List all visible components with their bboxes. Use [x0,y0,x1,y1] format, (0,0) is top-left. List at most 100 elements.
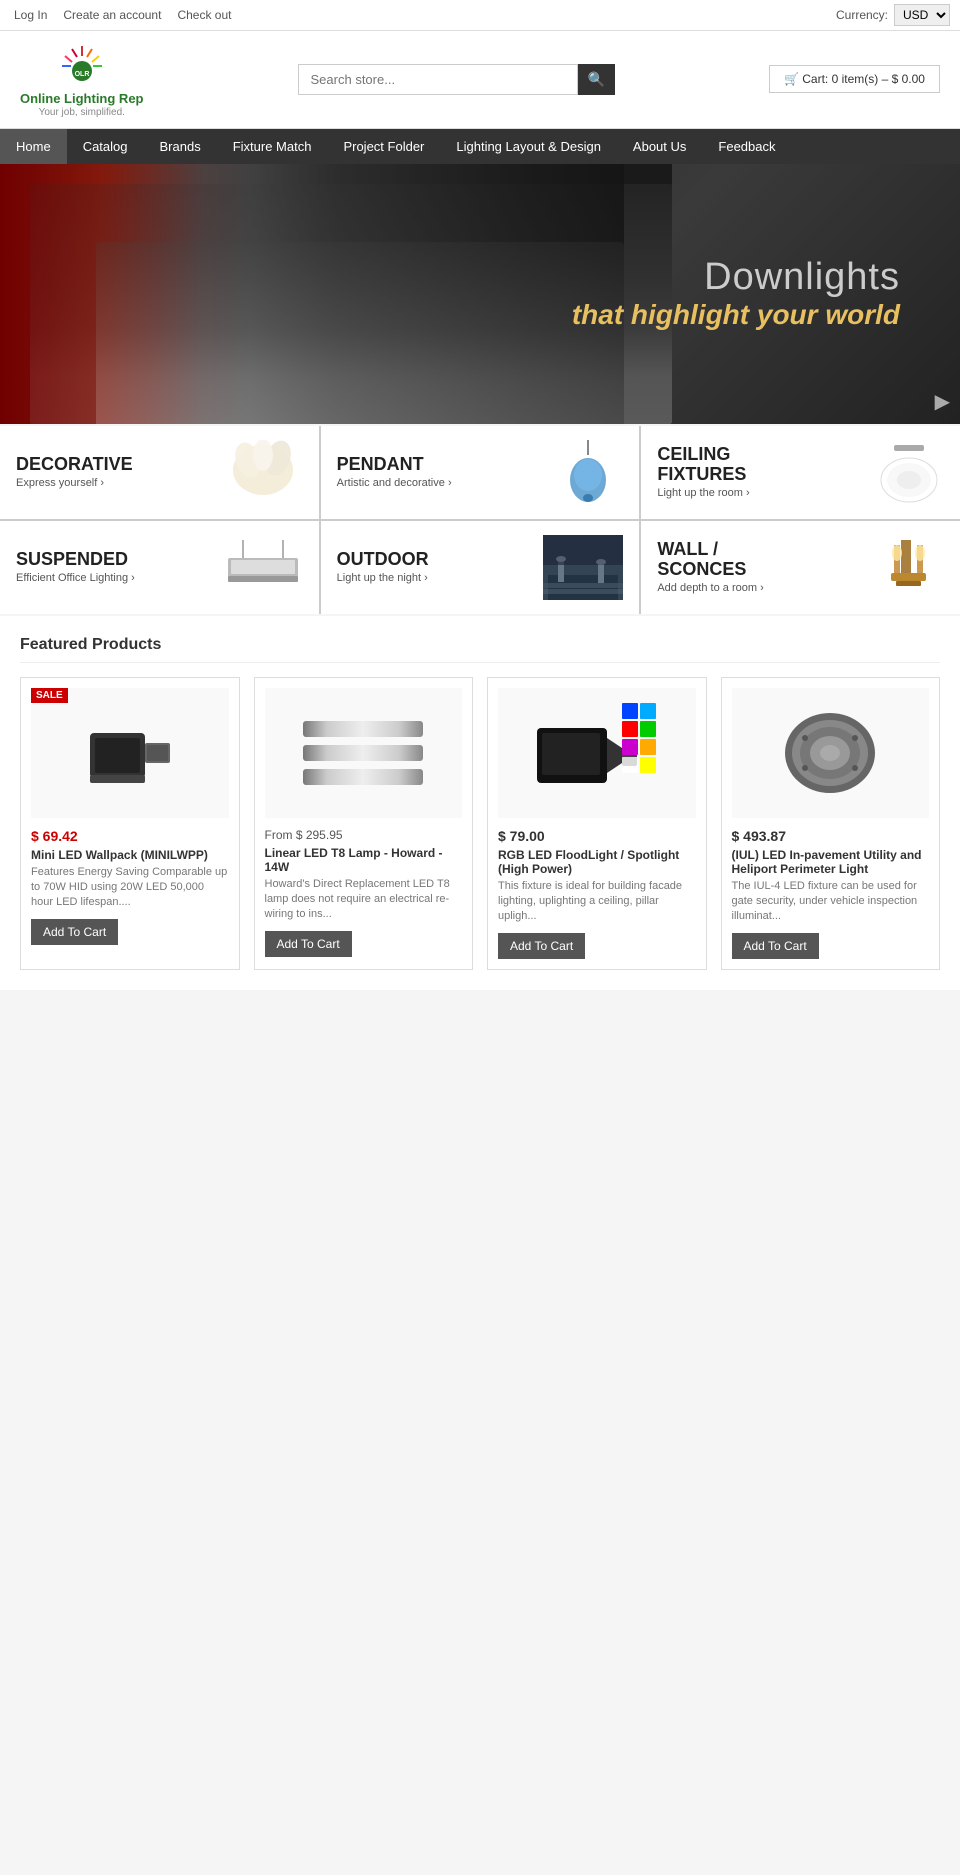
category-wall-sconces-image [874,535,944,600]
category-wall-sconces-text: WALL /SCONCES Add depth to a room › [657,540,763,595]
category-decorative[interactable]: DECORATIVE Express yourself › [0,426,319,519]
logo-area[interactable]: OLR Online Lighting Rep Your job, simpli… [20,41,144,118]
category-decorative-sub: Express yourself › [16,477,133,489]
search-button[interactable]: 🔍 [578,64,615,95]
category-outdoor-title: OUTDOOR [337,550,429,570]
category-wall-sconces-title: WALL /SCONCES [657,540,763,580]
category-outdoor-sub: Light up the night › [337,572,429,584]
nav-about-us[interactable]: About Us [617,129,702,164]
checkout-link[interactable]: Check out [173,6,235,24]
category-wall-sconces[interactable]: WALL /SCONCES Add depth to a room › [641,521,960,614]
category-pendant-title: PENDANT [337,455,452,475]
nav-catalog[interactable]: Catalog [67,129,144,164]
category-outdoor-text: OUTDOOR Light up the night › [337,550,429,585]
logo-sub: Your job, simplified. [39,107,125,118]
category-decorative-link[interactable]: › [100,477,104,489]
logo-text: Online Lighting Rep [20,91,144,107]
category-outdoor[interactable]: OUTDOOR Light up the night › [321,521,640,614]
sale-badge-1: SALE [31,688,68,703]
category-suspended-sub: Efficient Office Lighting › [16,572,135,584]
category-decorative-image [223,440,303,505]
category-suspended-image [223,535,303,600]
product-card-4: $ 493.87 (IUL) LED In-pavement Utility a… [721,677,941,970]
cart-text: Cart: 0 item(s) – $ 0.00 [802,72,925,86]
category-pendant[interactable]: PENDANT Artistic and decorative › [321,426,640,519]
category-suspended-text: SUSPENDED Efficient Office Lighting › [16,550,135,585]
nav-feedback[interactable]: Feedback [702,129,791,164]
currency-select[interactable]: USD EUR [894,4,950,26]
product-name-4[interactable]: (IUL) LED In-pavement Utility and Helipo… [732,848,930,876]
nav-project-folder[interactable]: Project Folder [327,129,440,164]
product-card-1: SALE $ 69.42 Mini LED Wallpack (MINILWPP… [20,677,240,970]
search-input[interactable] [298,64,578,95]
category-suspended-title: SUSPENDED [16,550,135,570]
product-price-3: $ 79.00 [498,828,696,844]
hero-subtitle: that highlight your world [572,299,900,331]
currency-area: Currency: USD EUR [836,4,950,26]
nav-brands[interactable]: Brands [144,129,217,164]
product-image-2 [265,688,463,818]
product-card-3: $ 79.00 RGB LED FloodLight / Spotlight (… [487,677,707,970]
category-ceiling-title: CEILINGFIXTURES [657,445,749,485]
product-image-3 [498,688,696,818]
category-outdoor-link[interactable]: › [424,572,428,584]
hero-text: Downlights that highlight your world [572,256,900,331]
product-name-2[interactable]: Linear LED T8 Lamp - Howard - 14W [265,846,463,874]
products-grid: SALE $ 69.42 Mini LED Wallpack (MINILWPP… [20,677,940,970]
search-area: 🔍 [298,64,615,95]
hero-banner: Downlights that highlight your world ▶ [0,164,960,424]
product-desc-2: Howard's Direct Replacement LED T8 lamp … [265,877,463,923]
add-to-cart-button-4[interactable]: Add To Cart [732,933,819,959]
product-desc-4: The IUL-4 LED fixture can be used for ga… [732,879,930,925]
nav-lighting-layout[interactable]: Lighting Layout & Design [440,129,617,164]
featured-section: Featured Products SALE $ 69.42 Mini LED … [0,616,960,990]
top-bar-links: Log In Create an account Check out [10,6,235,24]
add-to-cart-button-1[interactable]: Add To Cart [31,919,118,945]
category-pendant-image [553,440,623,505]
main-nav: Home Catalog Brands Fixture Match Projec… [0,129,960,164]
category-wall-sconces-link[interactable]: › [760,582,764,594]
category-pendant-link[interactable]: › [448,477,452,489]
svg-text:OLR: OLR [74,71,89,78]
product-name-3[interactable]: RGB LED FloodLight / Spotlight (High Pow… [498,848,696,876]
product-image-4 [732,688,930,818]
product-price-sale-1: $ 69.42 [31,828,229,844]
category-ceiling[interactable]: CEILINGFIXTURES Light up the room › [641,426,960,519]
create-account-link[interactable]: Create an account [59,6,165,24]
category-suspended[interactable]: SUSPENDED Efficient Office Lighting › [0,521,319,614]
featured-title: Featured Products [20,636,940,663]
cart-icon: 🛒 [784,72,799,86]
category-ceiling-image [874,440,944,505]
category-grid: DECORATIVE Express yourself › PENDANT Ar… [0,426,960,614]
logo-icon: OLR [57,41,107,91]
category-outdoor-image [543,535,623,600]
category-pendant-sub: Artistic and decorative › [337,477,452,489]
product-price-4: $ 493.87 [732,828,930,844]
category-pendant-text: PENDANT Artistic and decorative › [337,455,452,490]
hero-title: Downlights [572,256,900,299]
category-decorative-title: DECORATIVE [16,455,133,475]
product-name-1[interactable]: Mini LED Wallpack (MINILWPP) [31,848,229,862]
nav-home[interactable]: Home [0,129,67,164]
footer-space [0,990,960,1190]
category-suspended-link[interactable]: › [131,572,135,584]
category-ceiling-link[interactable]: › [746,487,750,499]
add-to-cart-button-2[interactable]: Add To Cart [265,931,352,957]
category-ceiling-sub: Light up the room › [657,487,749,499]
header: OLR Online Lighting Rep Your job, simpli… [0,31,960,129]
category-decorative-text: DECORATIVE Express yourself › [16,455,133,490]
product-card-2: From $ 295.95 Linear LED T8 Lamp - Howar… [254,677,474,970]
cart-area[interactable]: 🛒 Cart: 0 item(s) – $ 0.00 [769,65,940,93]
category-ceiling-text: CEILINGFIXTURES Light up the room › [657,445,749,500]
product-desc-1: Features Energy Saving Comparable up to … [31,865,229,911]
top-bar: Log In Create an account Check out Curre… [0,0,960,31]
product-price-from-2: From $ 295.95 [265,828,463,842]
add-to-cart-button-3[interactable]: Add To Cart [498,933,585,959]
hero-arrow-icon[interactable]: ▶ [935,389,950,414]
currency-label: Currency: [836,8,888,22]
nav-fixture-match[interactable]: Fixture Match [217,129,328,164]
category-wall-sconces-sub: Add depth to a room › [657,582,763,594]
login-link[interactable]: Log In [10,6,51,24]
product-desc-3: This fixture is ideal for building facad… [498,879,696,925]
product-image-1: SALE [31,688,229,818]
